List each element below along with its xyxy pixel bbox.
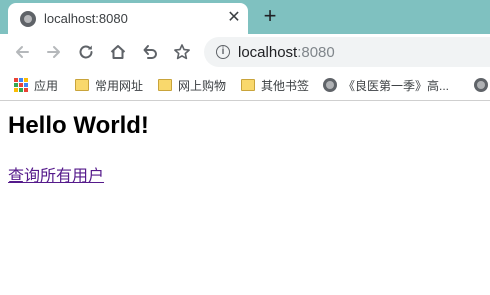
url-text[interactable]: localhost:8080 [238, 44, 335, 61]
bookmark-folder-shopping[interactable]: 网上购物 [158, 77, 226, 93]
bookmark-label: 《良医第一季》高... [343, 78, 450, 93]
folder-icon [158, 79, 172, 91]
tab-strip: localhost:8080 ✕ + [0, 0, 490, 34]
bookmark-star-button[interactable] [170, 40, 194, 64]
bookmark-label: 应用 [34, 78, 59, 93]
home-icon [110, 45, 126, 59]
bookmark-label: 其他书签 [261, 78, 310, 93]
folder-icon [241, 79, 255, 91]
page-content: Hello World! 查询所有用户 [8, 112, 478, 186]
back-arrow-icon [16, 46, 29, 58]
star-icon [174, 44, 190, 60]
home-button[interactable] [106, 40, 130, 64]
folder-icon [75, 79, 89, 91]
bookmark-label: 常用网址 [95, 78, 144, 93]
bookmark-folder-other[interactable]: 其他书签 [241, 77, 309, 93]
close-icon[interactable]: ✕ [224, 8, 244, 28]
undo-icon [143, 45, 157, 59]
apps-icon [14, 78, 28, 92]
bookmark-label: 网上购物 [178, 78, 227, 93]
forward-button[interactable] [42, 40, 66, 64]
info-icon[interactable]: i [216, 45, 230, 59]
back-button[interactable] [10, 40, 34, 64]
tab-title: localhost:8080 [44, 11, 128, 26]
undo-button[interactable] [138, 40, 162, 64]
bookmark-apps[interactable]: 应用 [14, 77, 58, 93]
browser-toolbar: i localhost:8080 [0, 34, 490, 70]
forward-arrow-icon [47, 46, 60, 58]
bookmark-good-doctor[interactable]: 《良医第一季》高... [323, 77, 449, 93]
browser-tab[interactable]: localhost:8080 ✕ [8, 3, 248, 34]
new-tab-button[interactable]: + [258, 5, 282, 29]
bookmarks-bar: 应用 常用网址 网上购物 其他书签 《良医第一季》高... [0, 70, 490, 101]
url-host: localhost [238, 44, 298, 61]
reload-icon [79, 45, 93, 59]
url-port: :8080 [297, 44, 335, 61]
bookmark-overflow[interactable] [474, 77, 490, 93]
globe-icon [323, 78, 337, 92]
address-bar[interactable]: i localhost:8080 [204, 37, 490, 67]
reload-button[interactable] [74, 40, 98, 64]
bookmark-folder-common-sites[interactable]: 常用网址 [75, 77, 143, 93]
globe-icon [20, 11, 36, 27]
query-all-users-link[interactable]: 查询所有用户 [8, 162, 104, 186]
globe-icon [474, 78, 488, 92]
page-heading: Hello World! [8, 112, 149, 139]
